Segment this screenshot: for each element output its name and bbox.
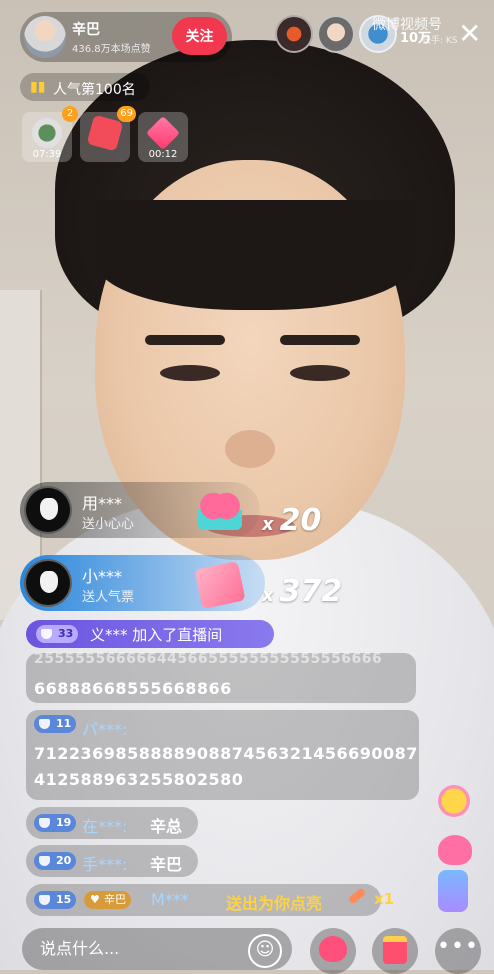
viewer-avatar[interactable] (317, 15, 355, 53)
user-level-badge: 19 (34, 814, 77, 832)
box-badge: 69 (117, 106, 136, 122)
streamer-fringe (95, 200, 415, 310)
gifter-name: 小*** (82, 567, 123, 586)
gifter-avatar[interactable] (24, 559, 72, 607)
user-level-badge: 15 (34, 891, 77, 909)
streamer-brow (280, 335, 360, 345)
chat-username[interactable]: M*** (151, 890, 189, 909)
chat-message[interactable]: 11 パ***: 7122369858888908874563214566900… (26, 710, 419, 800)
lucky-box[interactable]: 00:12 (138, 112, 188, 162)
chat-username[interactable]: 手***: (82, 851, 127, 875)
box-badge: 2 (62, 106, 78, 122)
red-packet-icon (86, 114, 124, 152)
more-button[interactable]: ••• (435, 928, 481, 974)
join-text: 义*** 加入了直播间 (90, 626, 223, 644)
gift-action: 送小心心 (82, 517, 135, 532)
gift-box-icon (383, 936, 407, 964)
streamer-eye (160, 365, 220, 381)
floating-heart-icon (438, 835, 472, 865)
popularity-rank-label: 人气第100名 (53, 82, 136, 98)
treasure-box[interactable]: 2 07:39 (22, 106, 78, 162)
join-notice: 33 义*** 加入了直播间 (26, 620, 274, 648)
emoji-icon[interactable]: ☺ (248, 934, 282, 968)
gifter-name: 用*** (82, 494, 123, 513)
floating-like-icon (438, 870, 468, 912)
vote-ticket-gift-icon (194, 560, 246, 610)
chat-message-text: 412588963255802580 (34, 770, 244, 789)
streamer-eye (290, 365, 350, 381)
fan-club-badge: 辛巴 (84, 891, 131, 909)
chat-username[interactable]: パ***: (82, 716, 127, 740)
chat-message[interactable]: 19 在***: 辛总 (26, 807, 198, 839)
follow-button[interactable]: 关注 (172, 17, 227, 55)
glow-stick-icon (347, 887, 367, 905)
user-level-badge: 33 (36, 625, 79, 643)
chat-message-text: 712236985888890887456321456690087 (34, 744, 418, 763)
chat-gift-message[interactable]: 15 辛巴 M*** 送出为你点亮 x1 (26, 884, 394, 916)
red-packet-box[interactable]: 69 (80, 106, 136, 162)
gift-combo-count: x 372 (262, 574, 343, 609)
gift-combo-count: x 20 (262, 503, 322, 538)
bar-chart-icon: ▮▮ (30, 79, 46, 95)
chat-message[interactable]: 2555555666664456655555555555556666 66888… (26, 651, 416, 703)
heart-gift-button[interactable] (310, 928, 356, 974)
chat-message-text: 辛总 (150, 817, 183, 836)
host-avatar[interactable] (24, 16, 66, 58)
popularity-rank-pill[interactable]: ▮▮ 人气第100名 (20, 73, 150, 101)
streamer-brow (145, 335, 225, 345)
user-level-badge: 11 (34, 715, 77, 733)
chat-username[interactable]: 在***: (82, 813, 127, 837)
more-icon: ••• (437, 934, 479, 959)
box-timer: 07:39 (32, 149, 62, 160)
gift-multiplier: x1 (374, 890, 395, 908)
gift-action: 送人气票 (82, 590, 135, 605)
heart-gift-icon (198, 490, 242, 530)
streamer-nose (225, 430, 275, 468)
gifter-avatar[interactable] (24, 486, 72, 534)
close-icon[interactable]: ✕ (458, 18, 481, 50)
chat-message-text: 辛巴 (150, 855, 183, 874)
chat-message-text: 送出为你点亮 (226, 894, 323, 913)
chat-message-text: 66888668555668866 (34, 679, 232, 698)
lucky-box-icon (146, 116, 180, 150)
chat-clipped-line: 2555555666664456655555555555556666 (34, 651, 383, 667)
heart-icon (319, 936, 347, 962)
gift-banner: 小*** 送人气票 (20, 555, 265, 611)
box-timer: 00:12 (148, 149, 178, 160)
host-likes-count: 436.8万本场点赞 (72, 44, 151, 55)
host-name: 辛巴 (72, 22, 100, 38)
viewer-count[interactable]: 10万 (400, 27, 431, 46)
gift-banner: 用*** 送小心心 (20, 482, 260, 538)
chat-message[interactable]: 20 手***: 辛巴 (26, 845, 198, 877)
user-level-badge: 20 (34, 852, 77, 870)
gift-button[interactable] (372, 928, 418, 974)
viewer-avatar[interactable] (275, 15, 313, 53)
floating-emoji-icon (438, 785, 470, 817)
treasure-box-icon (32, 118, 62, 148)
